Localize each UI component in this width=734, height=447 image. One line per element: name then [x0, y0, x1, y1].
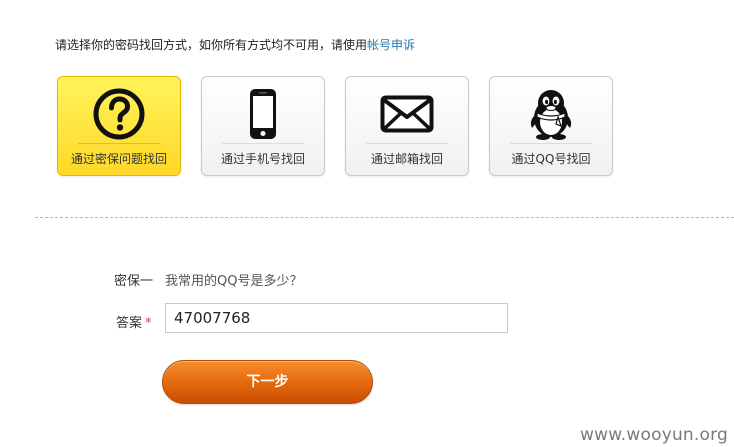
- required-marker: *: [145, 316, 152, 331]
- answer-label-text: 答案: [116, 316, 143, 331]
- method-label: 通过密保问题找回: [70, 152, 167, 166]
- watermark: www.wooyun.org: [580, 425, 728, 445]
- answer-label: 答案 *: [116, 312, 152, 331]
- section-divider: [35, 217, 734, 218]
- question-icon: [58, 85, 180, 143]
- security-question-text: 我常用的QQ号是多少？: [165, 274, 303, 289]
- next-step-button[interactable]: 下一步: [162, 360, 373, 404]
- phone-icon: [202, 85, 324, 143]
- method-phone[interactable]: 通过手机号找回: [201, 76, 325, 176]
- method-label: 通过邮箱找回: [370, 152, 443, 166]
- method-security-question[interactable]: 通过密保问题找回: [57, 76, 181, 176]
- method-label: 通过手机号找回: [220, 152, 305, 166]
- envelope-icon: [346, 85, 468, 143]
- card-divider: [78, 143, 160, 144]
- question-label: 密保一: [114, 274, 154, 289]
- instruction-text: 请选择你的密码找回方式，如你所有方式均不可用，请使用: [55, 38, 368, 52]
- recovery-instruction: 请选择你的密码找回方式，如你所有方式均不可用，请使用帐号申诉: [55, 37, 415, 53]
- qq-penguin-icon: [490, 85, 612, 143]
- answer-input[interactable]: [165, 303, 508, 333]
- card-divider: [366, 143, 448, 144]
- card-divider: [222, 143, 304, 144]
- method-qq[interactable]: 通过QQ号找回: [489, 76, 613, 176]
- method-label: 通过QQ号找回: [511, 152, 591, 166]
- card-divider: [510, 143, 592, 144]
- method-email[interactable]: 通过邮箱找回: [345, 76, 469, 176]
- account-appeal-link[interactable]: 帐号申诉: [367, 38, 415, 52]
